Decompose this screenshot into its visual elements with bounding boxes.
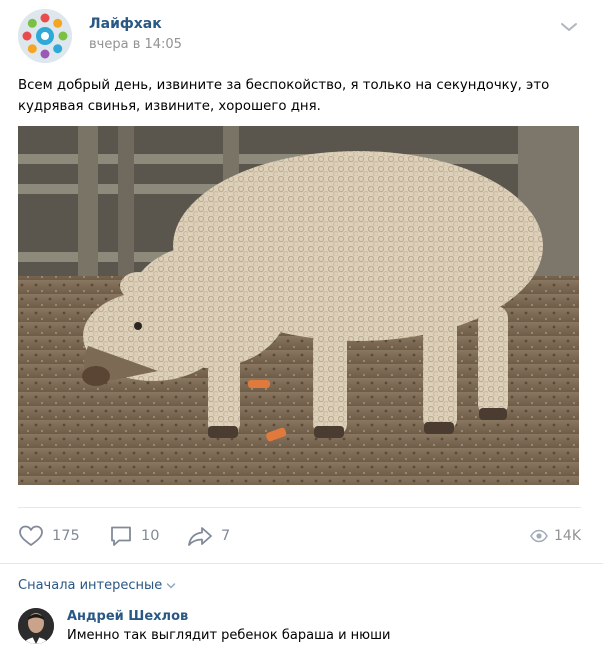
share-count: 7 xyxy=(221,528,231,544)
comment-button[interactable]: 10 xyxy=(109,522,159,550)
comments-divider xyxy=(0,563,603,564)
wall-post: Лайфхак вчера в 14:05 Всем добрый день, … xyxy=(0,0,603,651)
post-photo[interactable] xyxy=(18,126,579,485)
comment-icon xyxy=(111,526,131,546)
post-time[interactable]: вчера в 14:05 xyxy=(89,37,182,52)
group-avatar[interactable] xyxy=(18,9,72,63)
sort-label: Сначала интересные xyxy=(18,578,163,593)
chevron-down-icon xyxy=(167,582,176,589)
post-menu-chevron-icon[interactable] xyxy=(558,19,580,35)
comment-author-name[interactable]: Андрей Шехлов xyxy=(67,609,188,624)
heart-icon xyxy=(19,525,43,546)
comment-count: 10 xyxy=(141,528,160,544)
group-logo-icon xyxy=(18,9,72,63)
share-arrow-icon xyxy=(188,527,212,546)
group-name-link[interactable]: Лайфхак xyxy=(89,16,162,32)
avatar-photo-icon xyxy=(18,608,54,644)
actions-divider xyxy=(18,507,581,508)
curly-pig-photo-icon xyxy=(18,126,579,485)
share-button[interactable]: 7 xyxy=(187,522,230,550)
post-text: Всем добрый день, извините за беспокойст… xyxy=(18,78,550,114)
eye-icon xyxy=(530,529,548,543)
views-count: 14K xyxy=(554,528,581,544)
comments-sort-dropdown[interactable]: Сначала интересные xyxy=(18,578,176,593)
like-button[interactable]: 175 xyxy=(18,522,80,550)
like-count: 175 xyxy=(52,528,80,544)
comment-author-avatar[interactable] xyxy=(18,608,54,644)
views-counter: 14K xyxy=(530,522,581,550)
comment-text: Именно так выглядит ребенок бараша и нюш… xyxy=(67,628,391,643)
